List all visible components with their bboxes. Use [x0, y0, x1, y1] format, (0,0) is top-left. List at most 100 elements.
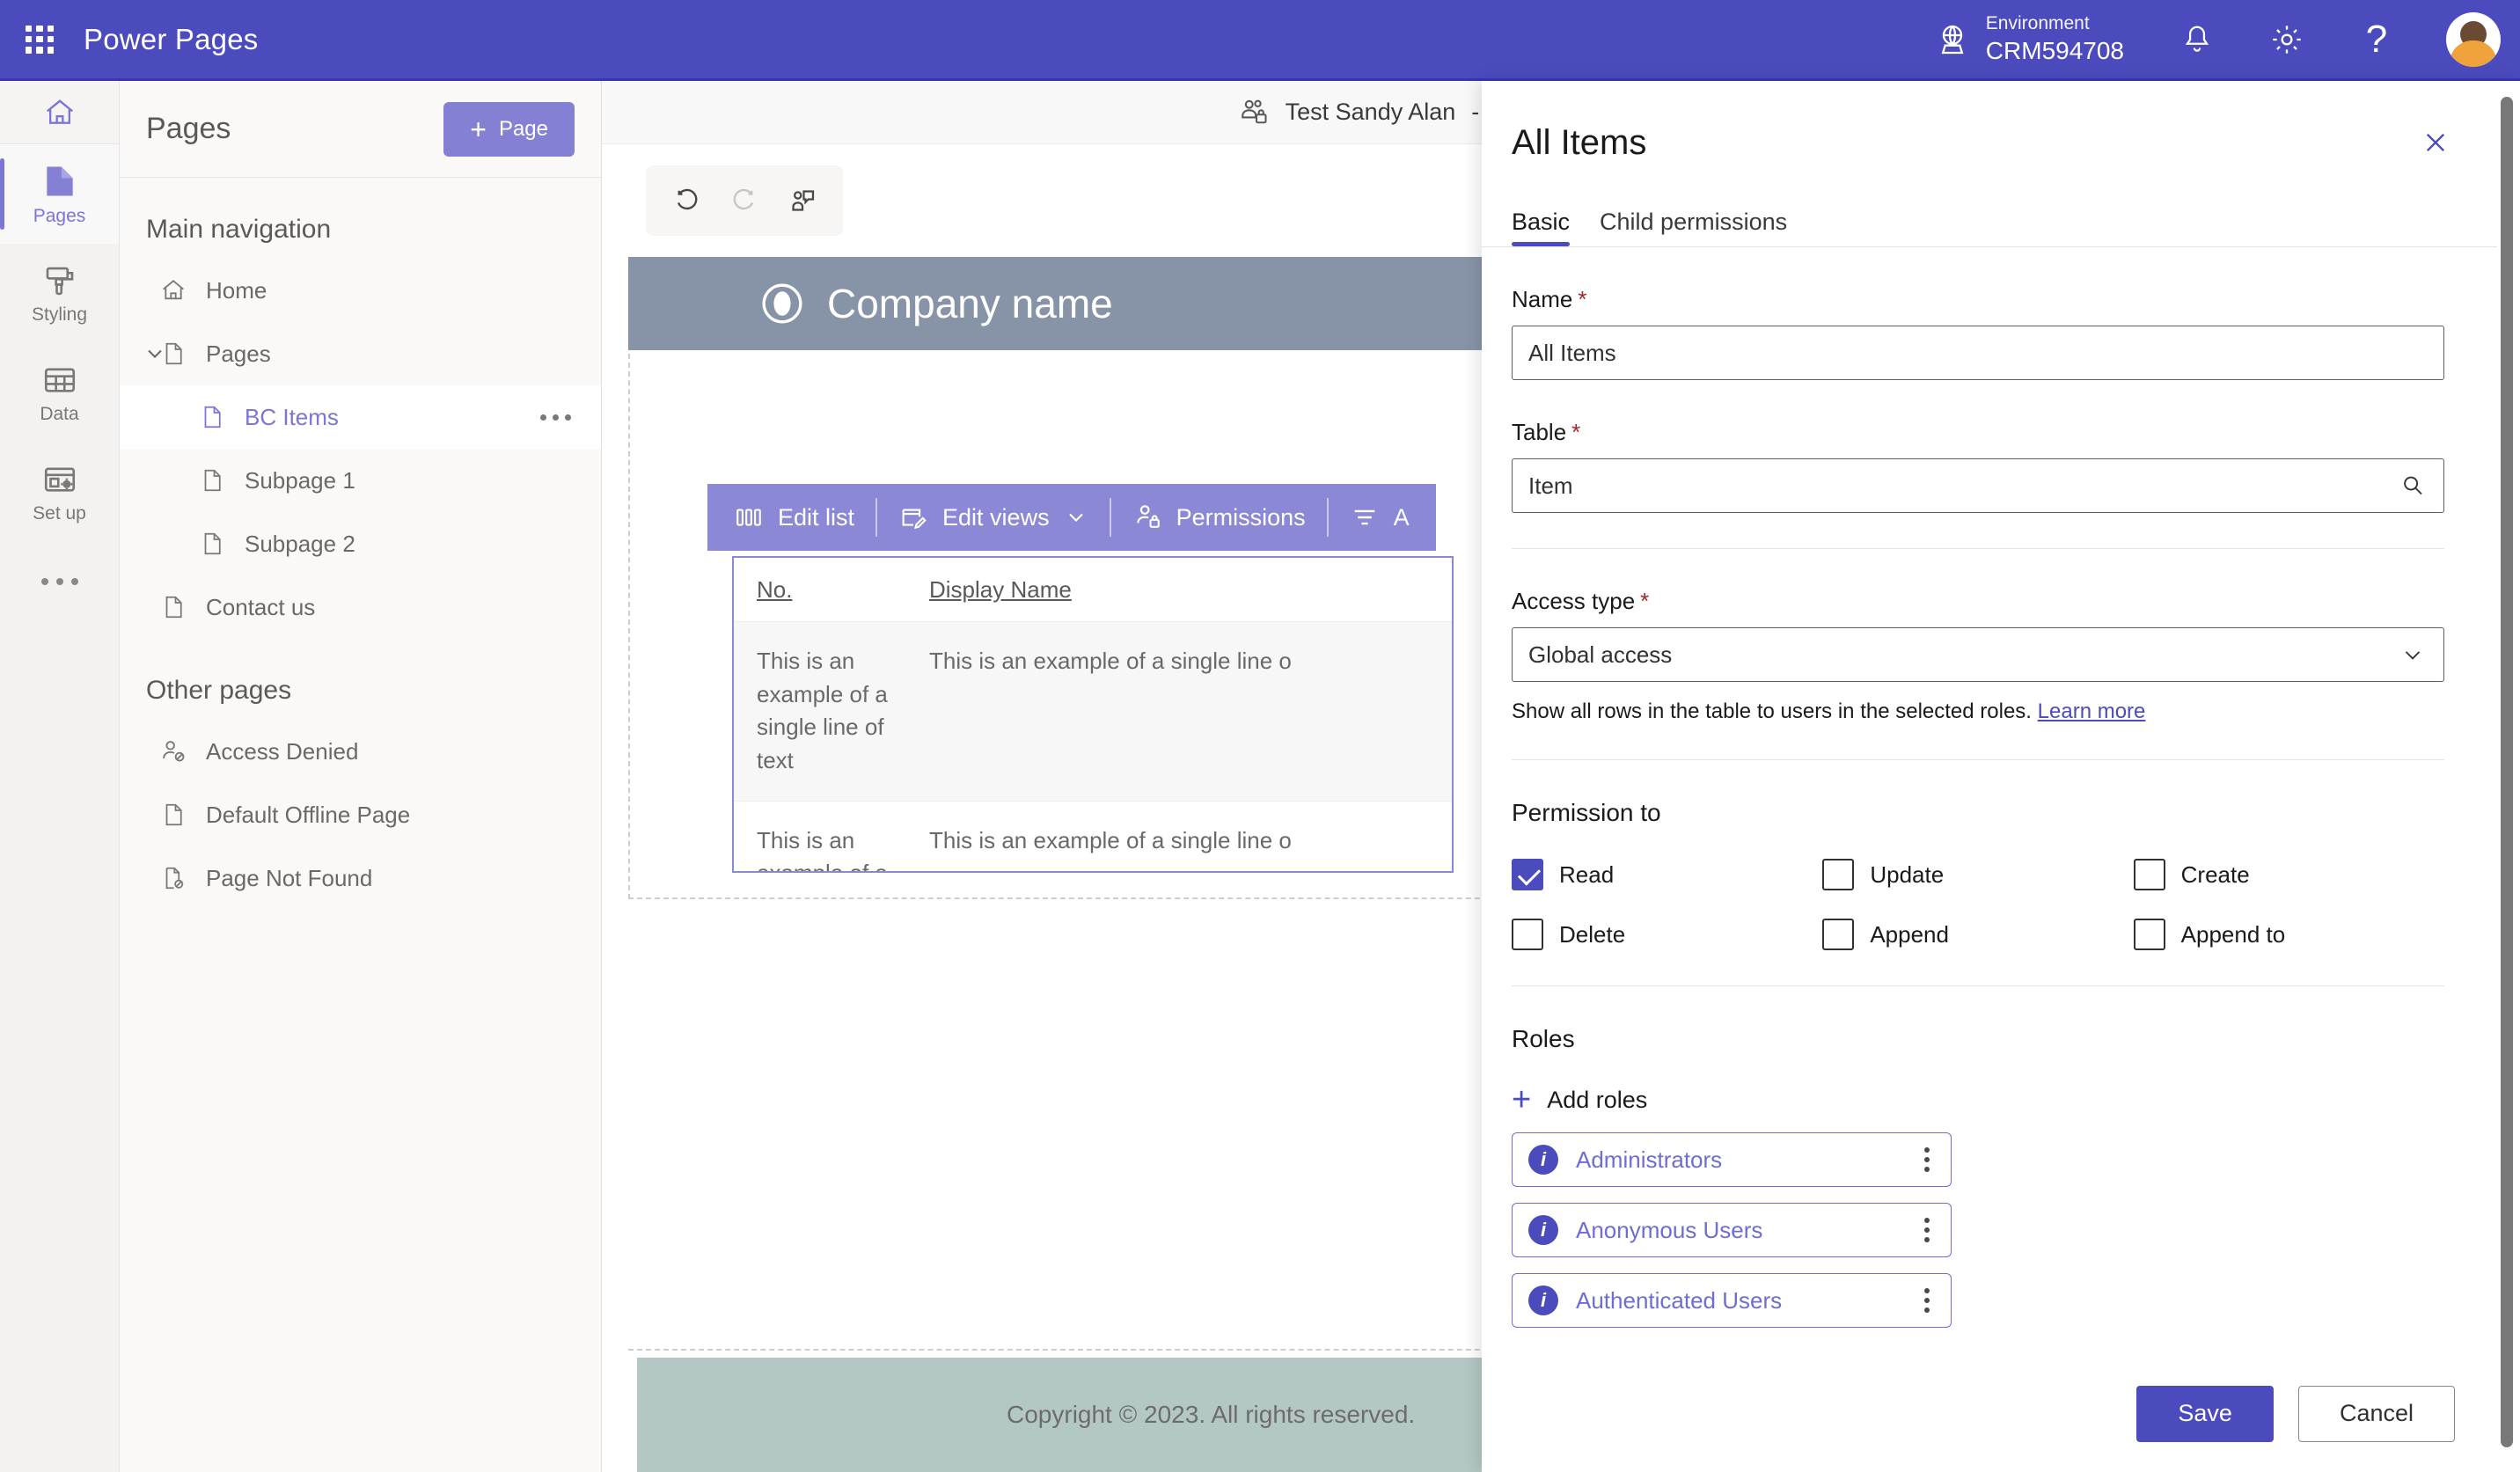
sidebar-item-data[interactable]: Data — [0, 343, 119, 443]
chevron-down-icon[interactable] — [1064, 505, 1088, 530]
topbar-right-group: Environment CRM594708 ? — [1935, 0, 2520, 78]
column-header-display-name[interactable]: Display Name — [929, 576, 1072, 604]
permission-update[interactable]: Update — [1822, 859, 2133, 890]
permission-checkbox-grid: Read Update Create Delete — [1512, 859, 2444, 950]
checkbox-update[interactable] — [1822, 859, 1854, 890]
role-name: Administrators — [1576, 1146, 1722, 1174]
kebab-menu-icon[interactable] — [1919, 1212, 1935, 1248]
info-icon[interactable]: i — [1528, 1215, 1558, 1245]
checkbox-read[interactable] — [1512, 859, 1543, 890]
chevron-down-icon[interactable] — [2398, 640, 2428, 670]
tabs-divider — [1482, 246, 2497, 247]
permission-delete[interactable]: Delete — [1512, 919, 1822, 950]
checkbox-append-to[interactable] — [2134, 919, 2165, 950]
tree-item-label: BC Items — [245, 404, 339, 431]
edit-list-button[interactable]: Edit list — [713, 484, 875, 551]
more-ellipsis-icon[interactable] — [0, 542, 119, 621]
bell-icon[interactable] — [2177, 19, 2217, 60]
kebab-menu-icon[interactable] — [1919, 1283, 1935, 1318]
avatar[interactable] — [2446, 12, 2501, 67]
info-icon[interactable]: i — [1528, 1145, 1558, 1175]
redo-icon[interactable] — [723, 179, 766, 222]
sidebar-item-pages[interactable]: Pages — [0, 144, 119, 244]
table-row[interactable]: This is an example of a single line of t… — [734, 801, 1452, 873]
info-icon[interactable]: i — [1528, 1285, 1558, 1315]
home-icon[interactable] — [0, 81, 119, 144]
tree-item-pages[interactable]: Pages — [120, 322, 601, 385]
section-divider — [1512, 548, 2444, 549]
add-page-button[interactable]: + Page — [443, 102, 575, 157]
permission-read[interactable]: Read — [1512, 859, 1822, 890]
edit-views-label: Edit views — [942, 504, 1050, 531]
permission-label: Delete — [1559, 921, 1625, 948]
page-status-name: Test Sandy Alan — [1286, 99, 1456, 126]
edit-views-button[interactable]: Edit views — [877, 484, 1110, 551]
permissions-button[interactable]: Permissions — [1111, 484, 1327, 551]
tree-item-contact-us[interactable]: Contact us — [120, 575, 601, 639]
sidebar-item-styling[interactable]: Styling — [0, 244, 119, 343]
table-field-label: Table* — [1512, 419, 2444, 446]
comment-icon[interactable] — [781, 179, 824, 222]
environment-text: Environment CRM594708 — [1986, 12, 2124, 66]
environment-value: CRM594708 — [1986, 35, 2124, 66]
learn-more-link[interactable]: Learn more — [2038, 699, 2146, 723]
close-icon[interactable] — [2416, 123, 2455, 162]
side-panel-scrollbar[interactable] — [2501, 97, 2513, 1447]
filter-icon — [1350, 502, 1380, 532]
checkbox-append[interactable] — [1822, 919, 1854, 950]
required-asterisk: * — [1571, 419, 1580, 445]
permission-append-to[interactable]: Append to — [2134, 919, 2444, 950]
column-header-no[interactable]: No. — [757, 576, 929, 604]
table-field-group: Table* Item — [1512, 419, 2444, 513]
save-button[interactable]: Save — [2136, 1386, 2274, 1442]
kebab-menu-icon[interactable] — [1919, 1142, 1935, 1177]
tab-child-permissions[interactable]: Child permissions — [1600, 209, 1787, 246]
paint-roller-icon — [41, 262, 78, 299]
checkbox-create[interactable] — [2134, 859, 2165, 890]
site-name: Company name — [827, 280, 1113, 327]
role-chip-administrators[interactable]: i Administrators — [1512, 1132, 1952, 1187]
sidebar-item-setup[interactable]: Set up — [0, 443, 119, 542]
table-input[interactable]: Item — [1512, 458, 2444, 513]
tree-item-label: Subpage 1 — [245, 467, 355, 494]
tree-item-subpage-2[interactable]: Subpage 2 — [120, 512, 601, 575]
permission-append[interactable]: Append — [1822, 919, 2133, 950]
page-title: Pages — [146, 112, 231, 146]
search-icon[interactable] — [2398, 471, 2428, 501]
company-logo-icon — [760, 282, 804, 326]
tree-item-bc-items[interactable]: BC Items — [120, 385, 601, 449]
tree-item-home[interactable]: Home — [120, 259, 601, 322]
question-mark-icon[interactable]: ? — [2356, 19, 2397, 60]
columns-icon — [734, 502, 764, 532]
name-input[interactable]: All Items — [1512, 326, 2444, 380]
side-panel-scrollbar-thumb[interactable] — [2501, 97, 2513, 1447]
sidebar-item-label: Data — [40, 404, 78, 425]
tree-item-subpage-1[interactable]: Subpage 1 — [120, 449, 601, 512]
tab-basic[interactable]: Basic — [1512, 209, 1570, 246]
gear-icon[interactable] — [2267, 19, 2307, 60]
tree-item-default-offline-page[interactable]: Default Offline Page — [120, 783, 601, 846]
row-more-options-icon[interactable] — [540, 414, 571, 421]
access-type-select[interactable]: Global access — [1512, 627, 2444, 682]
permission-create[interactable]: Create — [2134, 859, 2444, 890]
undo-icon[interactable] — [665, 179, 707, 222]
access-type-label: Access type* — [1512, 588, 2444, 615]
add-roles-button[interactable]: + Add roles — [1512, 1083, 2444, 1117]
help-glyph: ? — [2366, 20, 2387, 59]
app-launcher-icon[interactable] — [22, 22, 57, 57]
tree-item-label: Subpage 2 — [245, 531, 355, 558]
cancel-button[interactable]: Cancel — [2298, 1386, 2455, 1442]
page-icon — [158, 800, 188, 830]
environment-selector[interactable]: Environment CRM594708 — [1935, 12, 2124, 66]
chevron-down-icon[interactable] — [143, 341, 167, 366]
tree-item-label: Home — [206, 277, 267, 304]
name-field-group: Name* All Items — [1512, 286, 2444, 380]
filter-button[interactable]: A — [1329, 484, 1431, 551]
role-chip-anonymous-users[interactable]: i Anonymous Users — [1512, 1203, 1952, 1257]
tree-item-access-denied[interactable]: Access Denied — [120, 720, 601, 783]
role-chip-authenticated-users[interactable]: i Authenticated Users — [1512, 1273, 1952, 1328]
page-icon — [197, 529, 227, 559]
checkbox-delete[interactable] — [1512, 919, 1543, 950]
table-row[interactable]: This is an example of a single line of t… — [734, 621, 1452, 801]
tree-item-page-not-found[interactable]: Page Not Found — [120, 846, 601, 910]
